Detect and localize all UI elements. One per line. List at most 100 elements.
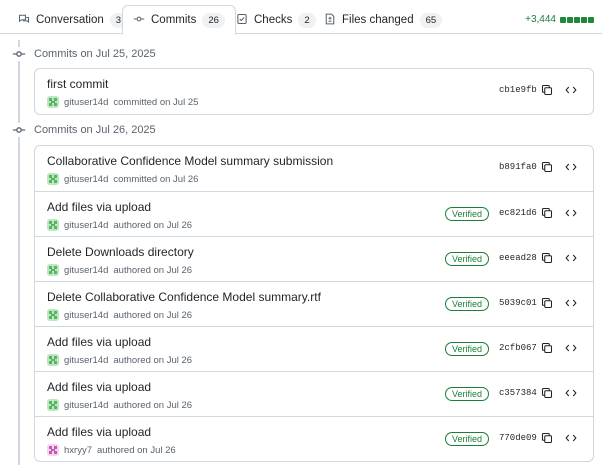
commit-title[interactable]: Delete Collaborative Confidence Model su… (47, 290, 321, 304)
tab-label: Checks (254, 14, 293, 26)
verified-badge[interactable]: Verified (445, 297, 490, 311)
copy-icon[interactable] (539, 205, 555, 221)
avatar[interactable] (47, 354, 59, 366)
commit-action: authored on Jul 26 (113, 354, 193, 366)
commit-author[interactable]: gituser14d (64, 355, 108, 366)
tab-count-badge: 26 (202, 12, 225, 28)
commit-row: Add files via upload gituser14d authored… (35, 371, 593, 416)
conversation-icon (18, 13, 30, 28)
avatar[interactable] (47, 399, 59, 411)
commit-sha[interactable]: c357384 (499, 388, 537, 398)
tab-files-changed[interactable]: Files changed 65 (314, 5, 452, 35)
commit-meta: gituser14d committed on Jul 25 (47, 96, 198, 108)
additions-count: +3,444 (525, 14, 556, 25)
commit-sha[interactable]: eeead28 (499, 253, 537, 263)
code-icon[interactable] (563, 295, 579, 311)
timeline-line (18, 40, 20, 465)
code-icon[interactable] (563, 250, 579, 266)
commit-action: authored on Jul 26 (113, 399, 193, 411)
commit-title[interactable]: Add files via upload (47, 380, 151, 394)
commit-title[interactable]: first commit (47, 77, 108, 91)
commit-author[interactable]: gituser14d (64, 97, 108, 108)
verified-badge[interactable]: Verified (445, 207, 490, 221)
pr-tab-bar: Conversation 3 Commits 26 Checks 2 Files… (0, 0, 602, 35)
commit-action: authored on Jul 26 (113, 309, 193, 321)
commit-title[interactable]: Add files via upload (47, 200, 151, 214)
verified-badge[interactable]: Verified (445, 342, 490, 356)
commit-author[interactable]: gituser14d (64, 220, 108, 231)
commit-sha[interactable]: 2cfb067 (499, 343, 537, 353)
commit-sha[interactable]: ec821d6 (499, 208, 537, 218)
diffstat-blocks (560, 16, 594, 23)
commit-meta: gituser14d authored on Jul 26 (47, 399, 192, 411)
copy-icon[interactable] (539, 250, 555, 266)
commit-group: first commit gituser14d committed on Jul… (34, 68, 594, 115)
copy-icon[interactable] (539, 430, 555, 446)
copy-icon[interactable] (539, 340, 555, 356)
checks-icon (236, 13, 248, 28)
avatar[interactable] (47, 264, 59, 276)
commit-action: committed on Jul 25 (113, 96, 199, 108)
commit-author[interactable]: gituser14d (64, 310, 108, 321)
commit-title[interactable]: Delete Downloads directory (47, 245, 194, 259)
commit-icon (12, 123, 26, 137)
commit-meta: gituser14d committed on Jul 26 (47, 173, 198, 185)
code-icon[interactable] (563, 82, 579, 98)
commit-action: authored on Jul 26 (113, 264, 193, 276)
commit-sha[interactable]: 770de09 (499, 433, 537, 443)
code-icon[interactable] (563, 205, 579, 221)
diffstat: +3,444 (525, 14, 594, 25)
copy-icon[interactable] (539, 385, 555, 401)
commit-meta: gituser14d authored on Jul 26 (47, 264, 192, 276)
commit-row: Delete Collaborative Confidence Model su… (35, 281, 593, 326)
tab-label: Commits (151, 14, 197, 26)
commit-row: Delete Downloads directory gituser14d au… (35, 236, 593, 281)
tab-label: Conversation (36, 14, 104, 26)
commit-author[interactable]: gituser14d (64, 400, 108, 411)
commit-date-heading: Commits on Jul 26, 2025 (12, 123, 156, 137)
commit-row: Add files via upload gituser14d authored… (35, 326, 593, 371)
avatar[interactable] (47, 444, 59, 456)
code-icon[interactable] (563, 159, 579, 175)
avatar[interactable] (47, 309, 59, 321)
commit-title[interactable]: Collaborative Confidence Model summary s… (47, 154, 333, 168)
commit-meta: hxryy7 authored on Jul 26 (47, 444, 176, 456)
commit-author[interactable]: gituser14d (64, 265, 108, 276)
commit-author[interactable]: hxryy7 (64, 445, 92, 456)
tab-conversation[interactable]: Conversation 3 (8, 5, 137, 35)
avatar[interactable] (47, 173, 59, 185)
commit-date-heading: Commits on Jul 25, 2025 (12, 47, 156, 61)
commit-icon (133, 13, 145, 28)
verified-badge[interactable]: Verified (445, 252, 490, 266)
copy-icon[interactable] (539, 159, 555, 175)
commit-row: Add files via upload gituser14d authored… (35, 191, 593, 236)
commit-meta: gituser14d authored on Jul 26 (47, 309, 192, 321)
tab-commits[interactable]: Commits 26 (122, 5, 236, 35)
commit-action: authored on Jul 26 (113, 219, 193, 231)
file-diff-icon (324, 13, 336, 28)
commit-icon (12, 47, 26, 61)
date-label: Commits on Jul 25, 2025 (34, 48, 156, 60)
avatar[interactable] (47, 219, 59, 231)
tab-checks[interactable]: Checks 2 (226, 5, 326, 35)
verified-badge[interactable]: Verified (445, 387, 490, 401)
code-icon[interactable] (563, 385, 579, 401)
copy-icon[interactable] (539, 295, 555, 311)
commit-title[interactable]: Add files via upload (47, 335, 151, 349)
commit-row: Add files via upload hxryy7 authored on … (35, 416, 593, 461)
code-icon[interactable] (563, 430, 579, 446)
commit-sha[interactable]: cb1e9fb (499, 85, 537, 95)
copy-icon[interactable] (539, 82, 555, 98)
code-icon[interactable] (563, 340, 579, 356)
avatar[interactable] (47, 96, 59, 108)
commit-sha[interactable]: b891fa0 (499, 162, 537, 172)
date-label: Commits on Jul 26, 2025 (34, 124, 156, 136)
commit-action: authored on Jul 26 (96, 444, 176, 456)
verified-badge[interactable]: Verified (445, 432, 490, 446)
commit-meta: gituser14d authored on Jul 26 (47, 354, 192, 366)
commit-title[interactable]: Add files via upload (47, 425, 151, 439)
commit-group: Collaborative Confidence Model summary s… (34, 145, 594, 462)
commit-sha[interactable]: 5039c01 (499, 298, 537, 308)
commit-row: first commit gituser14d committed on Jul… (35, 69, 593, 114)
commit-author[interactable]: gituser14d (64, 174, 108, 185)
